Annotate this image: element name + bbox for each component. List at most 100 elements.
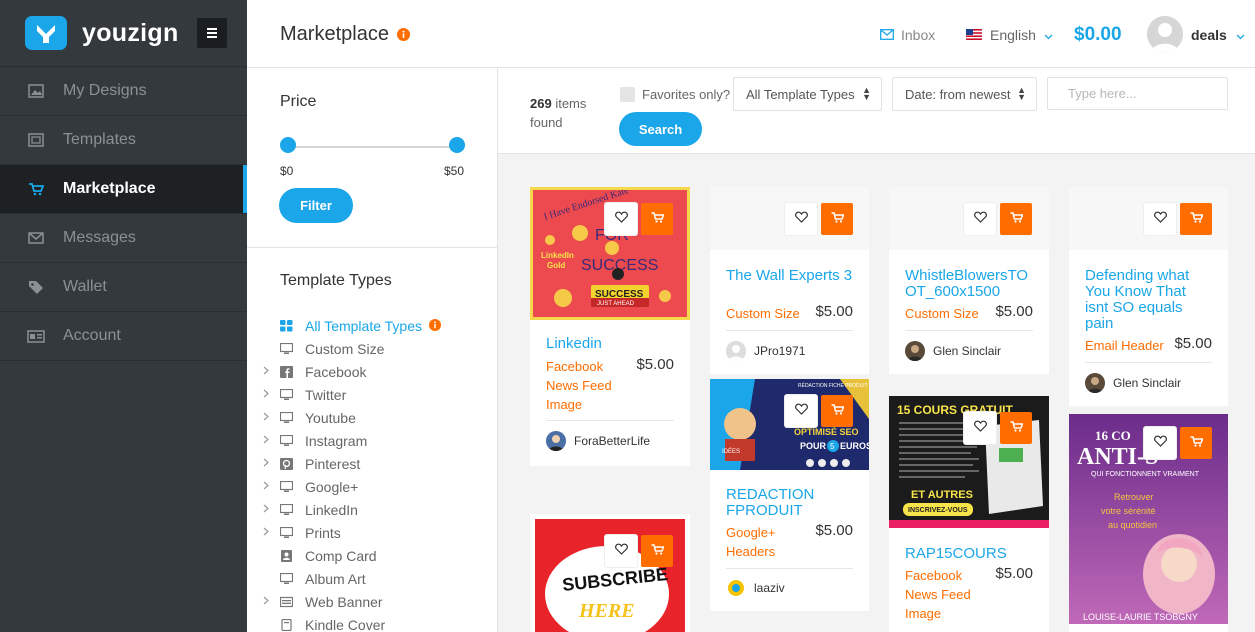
template-type-item[interactable]: Twitter	[247, 383, 497, 406]
favorite-button[interactable]	[785, 395, 817, 427]
language-selector[interactable]: English	[966, 27, 1053, 43]
card-category[interactable]: Email Header	[1085, 336, 1164, 355]
add-to-cart-button[interactable]	[1000, 412, 1032, 444]
template-type-select[interactable]: All Template Types ▲ ▼	[733, 77, 882, 111]
template-type-item[interactable]: Facebook	[247, 360, 497, 383]
template-type-item[interactable]: Youtube	[247, 406, 497, 429]
info-icon[interactable]	[397, 28, 410, 46]
card-author[interactable]: Glen Sinclair	[1085, 373, 1181, 393]
divider	[247, 247, 497, 248]
add-to-cart-button[interactable]	[1180, 427, 1212, 459]
card-category[interactable]: Facebook News Feed Image	[905, 566, 985, 623]
price-slider-min-handle[interactable]	[280, 137, 296, 153]
card-title[interactable]: WhistleBlowersTOOT_600x1500	[905, 268, 1033, 300]
youzign-logo-icon[interactable]	[25, 16, 67, 50]
favorite-button[interactable]	[605, 535, 637, 567]
card-category[interactable]: Google+ Headers	[726, 523, 786, 561]
template-type-item[interactable]: LinkedIn	[247, 498, 497, 521]
thumb-text: INSCRIVEZ-VOUS	[908, 507, 968, 514]
card-author[interactable]: ForaBetterLife	[546, 431, 650, 451]
sort-select[interactable]: Date: from newest ▲ ▼	[892, 77, 1037, 111]
favorite-button[interactable]	[1144, 203, 1176, 235]
avatar[interactable]	[1147, 16, 1183, 52]
template-type-item[interactable]: Custom Size	[247, 337, 497, 360]
monitor-icon	[279, 411, 294, 423]
nav-item-account[interactable]: Account	[0, 312, 247, 361]
template-card[interactable]: The Wall Experts 3 Custom Size $5.00 JPr…	[710, 187, 869, 374]
add-to-cart-button[interactable]	[1000, 203, 1032, 235]
template-card[interactable]: IDÉES RÉDACTION FICHE PRODUIT OPTIMISÉ S…	[710, 379, 869, 611]
card-title[interactable]: Linkedin	[546, 336, 602, 352]
template-type-item[interactable]: Web Banner	[247, 590, 497, 613]
search-input[interactable]	[1047, 77, 1228, 110]
thumb-text: 16 CO	[1095, 428, 1131, 443]
template-type-item[interactable]: All Template Types	[247, 314, 497, 337]
user-menu[interactable]: deals	[1191, 27, 1245, 43]
template-card[interactable]: WhistleBlowersTOOT_600x1500 Custom Size …	[889, 187, 1049, 374]
info-icon[interactable]	[429, 318, 441, 334]
chevron-right-icon[interactable]	[263, 412, 269, 424]
chevron-right-icon[interactable]	[263, 366, 269, 378]
template-type-label: All Template Types	[305, 317, 422, 334]
card-author[interactable]: laaziv	[726, 578, 785, 598]
template-type-item[interactable]: Pinterest	[247, 452, 497, 475]
monitor-icon	[279, 342, 294, 354]
book-icon	[280, 618, 293, 632]
balance[interactable]: $0.00	[1074, 24, 1122, 46]
filter-button[interactable]: Filter	[279, 188, 353, 223]
add-to-cart-button[interactable]	[821, 395, 853, 427]
template-type-item[interactable]: Album Art	[247, 567, 497, 590]
chevron-right-icon[interactable]	[263, 389, 269, 401]
card-category[interactable]: Facebook News Feed Image	[546, 357, 626, 414]
favorite-button[interactable]	[605, 203, 637, 235]
card-title[interactable]: RAP15COURS	[905, 546, 1007, 562]
inbox-link[interactable]: Inbox	[880, 27, 935, 43]
favorites-checkbox[interactable]	[620, 87, 635, 102]
chevron-right-icon[interactable]	[263, 504, 269, 516]
menu-toggle-button[interactable]	[196, 18, 227, 48]
add-to-cart-button[interactable]	[641, 203, 673, 235]
template-type-item[interactable]: Prints	[247, 521, 497, 544]
price-slider-track[interactable]	[288, 146, 457, 148]
search-bar: 269 items found Favorites only? All Temp…	[498, 68, 1255, 154]
template-card[interactable]: I Have Endorsed Kate FOR SUCCESS LinkedI…	[530, 187, 690, 466]
price-slider-max-handle[interactable]	[449, 137, 465, 153]
template-type-item[interactable]: Google+	[247, 475, 497, 498]
card-title[interactable]: REDACTION FPRODUIT	[726, 487, 826, 519]
favorite-button[interactable]	[1144, 427, 1176, 459]
nav-item-templates[interactable]: Templates	[0, 116, 247, 165]
chevron-right-icon[interactable]	[263, 596, 269, 608]
card-category[interactable]: Custom Size	[726, 304, 800, 323]
add-to-cart-button[interactable]	[1180, 203, 1212, 235]
chevron-right-icon[interactable]	[263, 435, 269, 447]
nav-label: Templates	[63, 131, 136, 148]
card-title[interactable]: Defending what You Know That isnt SO equ…	[1085, 268, 1210, 332]
favorite-button[interactable]	[785, 203, 817, 235]
card-category[interactable]: Custom Size	[905, 304, 979, 323]
favorite-button[interactable]	[964, 412, 996, 444]
card-author[interactable]: JPro1971	[726, 341, 805, 361]
template-type-item[interactable]: Instagram	[247, 429, 497, 452]
template-card[interactable]: 15 COURS GRATUIT ET AUTRES INSCRIVEZ-VOU…	[889, 396, 1049, 632]
chevron-right-icon[interactable]	[263, 481, 269, 493]
divider	[726, 568, 853, 569]
template-type-item[interactable]: Kindle Cover	[247, 613, 497, 632]
chevron-right-icon[interactable]	[263, 458, 269, 470]
template-card[interactable]: Defending what You Know That isnt SO equ…	[1069, 187, 1228, 406]
template-card[interactable]: SUBSCRIBE HERE	[530, 514, 690, 632]
card-title[interactable]: The Wall Experts 3	[726, 268, 856, 284]
add-to-cart-button[interactable]	[641, 535, 673, 567]
card-author[interactable]: Glen Sinclair	[905, 341, 1001, 361]
favorite-button[interactable]	[964, 203, 996, 235]
nav-item-marketplace[interactable]: Marketplace	[0, 165, 247, 214]
nav-item-wallet[interactable]: Wallet	[0, 263, 247, 312]
id-card-icon	[27, 328, 45, 344]
favorites-only-toggle[interactable]: Favorites only?	[620, 87, 730, 102]
nav-item-my-designs[interactable]: My Designs	[0, 67, 247, 116]
add-to-cart-button[interactable]	[821, 203, 853, 235]
template-card[interactable]: 16 CO ANTI-S QUI FONCTIONNENT VRAIMENT R…	[1069, 414, 1228, 632]
chevron-right-icon[interactable]	[263, 527, 269, 539]
nav-item-messages[interactable]: Messages	[0, 214, 247, 263]
template-type-item[interactable]: Comp Card	[247, 544, 497, 567]
search-button[interactable]: Search	[619, 112, 702, 146]
